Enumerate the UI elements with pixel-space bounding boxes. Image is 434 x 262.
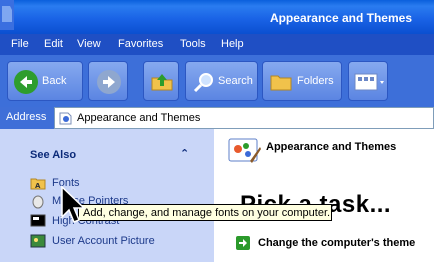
folders-icon: [270, 75, 292, 91]
task-change-theme[interactable]: Change the computer's theme: [236, 235, 432, 251]
search-icon: [193, 73, 213, 93]
address-value: Appearance and Themes: [77, 112, 201, 124]
up-folder-button[interactable]: [143, 61, 179, 101]
category-title: Appearance and Themes: [266, 141, 397, 153]
menu-edit[interactable]: Edit: [44, 38, 63, 50]
high-contrast-icon: [30, 214, 46, 227]
folders-button[interactable]: Folders: [262, 61, 342, 101]
views-button[interactable]: [348, 61, 388, 101]
user-picture-icon: [30, 234, 46, 248]
folders-label: Folders: [297, 75, 334, 87]
see-also-panel: See Also ⌃ A Fonts Mouse Pointers High C…: [0, 129, 214, 262]
collapse-chevron-icon[interactable]: ⌃: [180, 147, 189, 160]
app-icon: [0, 0, 14, 30]
mouse-icon: [32, 195, 44, 209]
address-label: Address: [0, 107, 54, 129]
search-label: Search: [218, 75, 253, 87]
search-button[interactable]: Search: [185, 61, 258, 101]
see-also-item-fonts[interactable]: A Fonts: [30, 175, 210, 191]
menu-favorites[interactable]: Favorites: [118, 38, 163, 50]
menu-tools[interactable]: Tools: [180, 38, 206, 50]
back-label: Back: [42, 75, 67, 87]
forward-button[interactable]: [88, 61, 128, 101]
menu-view[interactable]: View: [77, 38, 101, 50]
main-content: Appearance and Themes Pick a task... Cha…: [214, 129, 434, 262]
see-also-label: User Account Picture: [52, 235, 155, 247]
task-arrow-icon: [236, 236, 250, 250]
views-icon: [354, 73, 384, 91]
mouse-cursor-icon: [61, 185, 86, 223]
menu-bar: File Edit View Favorites Tools Help: [0, 34, 434, 55]
menu-help[interactable]: Help: [221, 38, 244, 50]
back-arrow-icon: [14, 70, 38, 94]
toolbar: Back Search Folders: [0, 55, 434, 107]
task-label: Change the computer's theme: [258, 237, 416, 249]
title-bar: Appearance and Themes: [0, 0, 434, 34]
address-bar: Address Appearance and Themes: [0, 107, 434, 129]
menu-file[interactable]: File: [11, 38, 29, 50]
fonts-tooltip: Add, change, and manage fonts on your co…: [78, 204, 332, 221]
address-field[interactable]: Appearance and Themes: [54, 107, 434, 129]
see-also-item-user-account-picture[interactable]: User Account Picture: [30, 233, 210, 249]
appearance-themes-icon: [59, 112, 72, 125]
appearance-themes-large-icon: [228, 138, 261, 163]
svg-text:A: A: [35, 182, 41, 190]
window-title: Appearance and Themes: [269, 11, 412, 25]
fonts-folder-icon: A: [30, 178, 46, 190]
up-folder-icon: [151, 74, 173, 91]
forward-arrow-icon: [97, 70, 121, 94]
back-button[interactable]: Back: [7, 61, 83, 101]
see-also-title: See Also: [30, 149, 77, 161]
